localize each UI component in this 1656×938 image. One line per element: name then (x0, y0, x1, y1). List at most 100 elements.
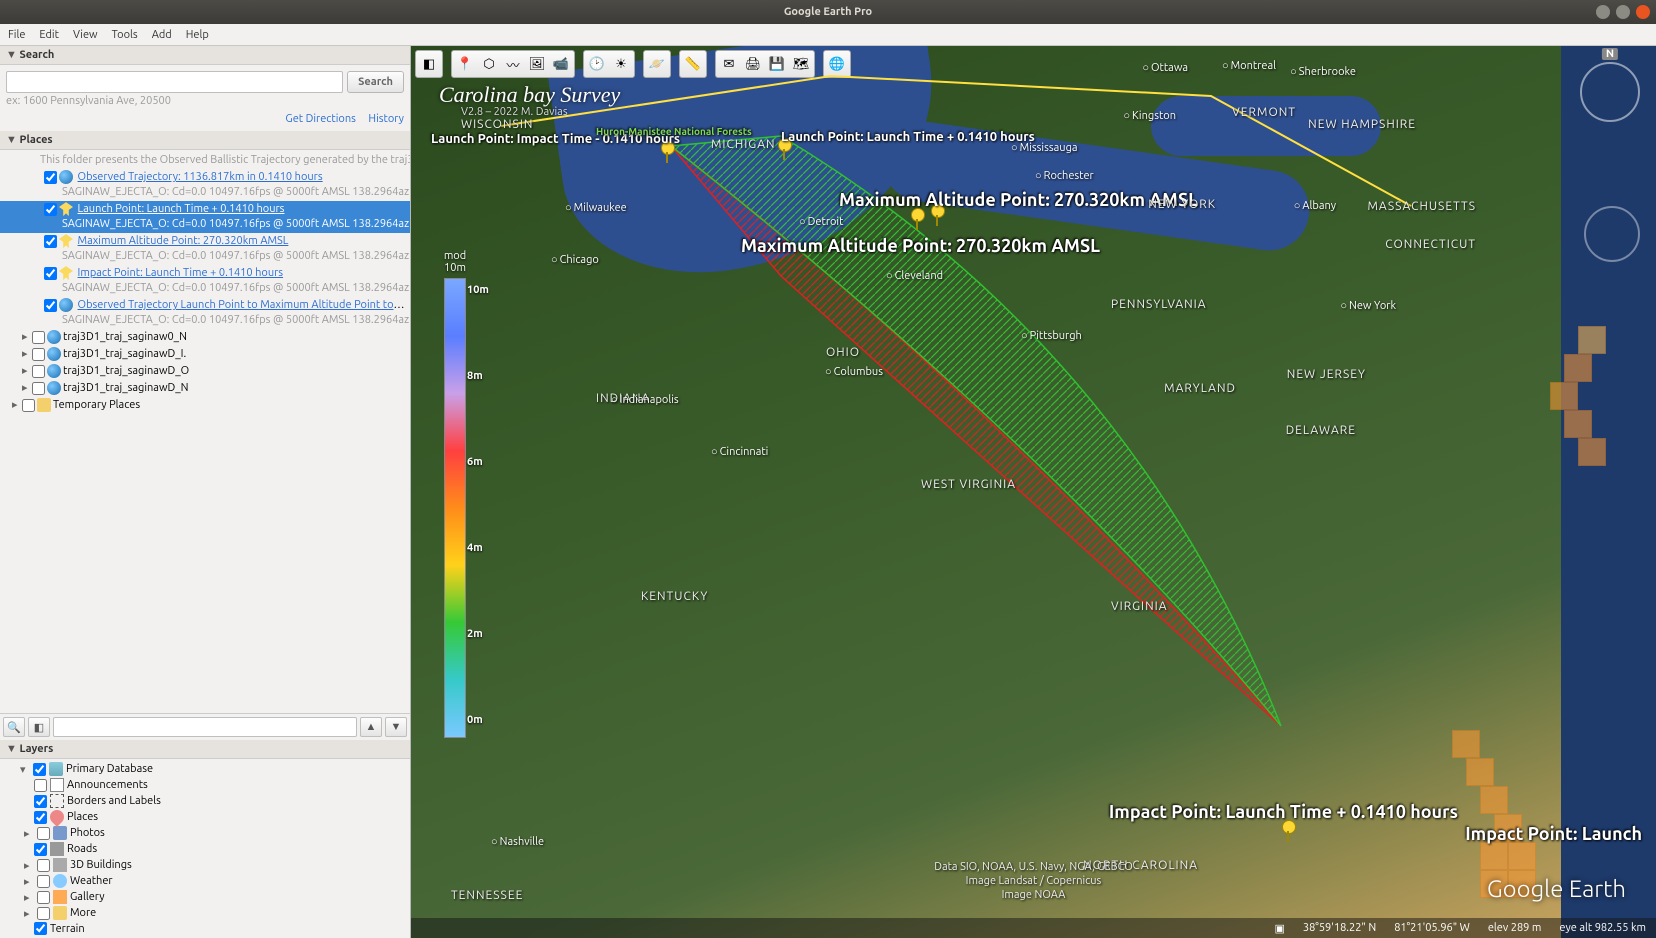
layer-places[interactable]: Places (0, 809, 410, 825)
view-maps-button[interactable]: 🗺 (790, 53, 812, 75)
pushpin-icon[interactable] (659, 141, 675, 163)
city-label: Mississauga (1011, 142, 1078, 154)
state-label: NEW JERSEY (1287, 368, 1366, 381)
city-label: Rochester (1035, 170, 1094, 182)
city-label: Nashville (491, 836, 544, 848)
history-button[interactable]: 🕑 (586, 53, 608, 75)
kml-icon (47, 347, 61, 361)
get-directions-link[interactable]: Get Directions (285, 113, 355, 125)
places-tree[interactable]: This folder presents the Observed Ballis… (0, 150, 410, 713)
sidebar-toggle-button[interactable]: ◧ (418, 53, 440, 75)
path-button[interactable]: 〰 (502, 53, 524, 75)
nav-control[interactable] (1584, 206, 1640, 262)
toggle-panel-button[interactable]: ◧ (28, 717, 50, 737)
place-folder[interactable]: ▸traj3D1_traj_saginawD_I. (0, 346, 410, 363)
layer-photos[interactable]: ▸Photos (0, 825, 410, 841)
temporary-places[interactable]: ▸Temporary Places (0, 397, 410, 414)
place-item-observed-trajectory[interactable]: Observed Trajectory: 1136.817km in 0.141… (0, 169, 410, 201)
attribution: Data SIO, NOAA, U.S. Navy, NGA, GEBCO Im… (934, 860, 1133, 902)
menu-view[interactable]: View (73, 29, 98, 41)
place-folder[interactable]: ▸traj3D1_traj_saginawD_N (0, 380, 410, 397)
city-label: Kingston (1123, 110, 1176, 122)
pushpin-icon[interactable] (776, 138, 792, 160)
search-header[interactable]: Search (0, 46, 410, 65)
layer-gallery[interactable]: ▸Gallery (0, 889, 410, 905)
image-overlay-button[interactable]: 🖼 (526, 53, 548, 75)
globe-icon (59, 170, 73, 184)
places-footer: 🔍 ◧ ▲ ▼ (0, 713, 410, 740)
print-button[interactable]: 🖨 (742, 53, 764, 75)
status-lat: 38°59'18.22" N (1303, 922, 1376, 934)
menu-file[interactable]: File (8, 29, 25, 41)
save-image-button[interactable]: 💾 (766, 53, 788, 75)
city-label: Montreal (1222, 60, 1276, 72)
layer-terrain[interactable]: Terrain (0, 921, 410, 936)
layer-borders[interactable]: Borders and Labels (0, 793, 410, 809)
maximize-icon[interactable] (1616, 5, 1630, 19)
layers-header[interactable]: Layers (0, 740, 410, 759)
history-link[interactable]: History (368, 113, 404, 125)
state-label: TENNESSEE (451, 889, 523, 902)
search-input[interactable] (6, 71, 343, 93)
status-elev: elev 289 m (1488, 922, 1542, 934)
layer-3d-buildings[interactable]: ▸3D Buildings (0, 857, 410, 873)
map-viewport[interactable]: ◧ 📍 ⬡ 〰 🖼 📹 🕑 ☀ 🪐 📏 ✉ 🖨 💾 🗺 🌐 Ca (411, 46, 1656, 938)
google-earth-logo: Google Earth (1487, 875, 1626, 902)
sunlight-button[interactable]: ☀ (610, 53, 632, 75)
menu-help[interactable]: Help (186, 29, 209, 41)
place-checkbox[interactable] (44, 235, 57, 248)
layer-roads[interactable]: Roads (0, 841, 410, 857)
layer-more[interactable]: ▸More (0, 905, 410, 921)
state-label: OHIO (826, 346, 860, 359)
layers-tree[interactable]: ▾Primary Database Announcements Borders … (0, 759, 410, 938)
place-item-trajectory-path[interactable]: Observed Trajectory Launch Point to Maxi… (0, 297, 410, 329)
earth-button[interactable]: 🌐 (826, 53, 848, 75)
place-checkbox[interactable] (44, 203, 57, 216)
pushpin-icon[interactable] (1280, 820, 1296, 842)
legend-bar (444, 278, 466, 738)
layer-announcements[interactable]: Announcements (0, 777, 410, 793)
places-header[interactable]: Places (0, 131, 410, 150)
pushpin-icon[interactable] (909, 208, 925, 230)
place-item-max-altitude[interactable]: Maximum Altitude Point: 270.320km AMSL S… (0, 233, 410, 265)
search-places-button[interactable]: 🔍 (3, 717, 25, 737)
map-toolbar: ◧ 📍 ⬡ 〰 🖼 📹 🕑 ☀ 🪐 📏 ✉ 🖨 💾 🗺 🌐 (415, 50, 851, 78)
status-info-icon[interactable]: ▣ (1274, 922, 1284, 935)
menu-edit[interactable]: Edit (39, 29, 59, 41)
planet-button[interactable]: 🪐 (646, 53, 668, 75)
ruler-button[interactable]: 📏 (682, 53, 704, 75)
record-tour-button[interactable]: 📹 (550, 53, 572, 75)
place-folder[interactable]: ▸traj3D1_traj_saginaw0_N (0, 329, 410, 346)
city-label: Pittsburgh (1021, 330, 1082, 342)
search-button[interactable]: Search (347, 71, 404, 93)
place-item-launch-point[interactable]: Launch Point: Launch Time + 0.1410 hours… (0, 201, 410, 233)
place-checkbox[interactable] (44, 267, 57, 280)
filter-input[interactable] (53, 717, 357, 737)
search-hint: ex: 1600 Pennsylvania Ave, 20500 (6, 95, 404, 107)
layer-weather[interactable]: ▸Weather (0, 873, 410, 889)
status-eye: eye alt 982.55 km (1559, 922, 1646, 934)
place-checkbox[interactable] (44, 299, 57, 312)
pushpin-icon[interactable] (929, 204, 945, 226)
compass-control[interactable]: N (1580, 62, 1640, 122)
globe-icon (59, 298, 73, 312)
polygon-button[interactable]: ⬡ (478, 53, 500, 75)
kml-icon (47, 364, 61, 378)
close-icon[interactable] (1636, 5, 1650, 19)
place-item-impact-point[interactable]: Impact Point: Launch Time + 0.1410 hours… (0, 265, 410, 297)
menu-tools[interactable]: Tools (112, 29, 138, 41)
pushpin-icon (59, 234, 73, 248)
minimize-icon[interactable] (1596, 5, 1610, 19)
menu-add[interactable]: Add (152, 29, 172, 41)
move-up-button[interactable]: ▲ (360, 717, 382, 737)
city-label: Cincinnati (711, 446, 768, 458)
placemark-button[interactable]: 📍 (454, 53, 476, 75)
move-down-button[interactable]: ▼ (385, 717, 407, 737)
places-icon (47, 807, 67, 827)
place-checkbox[interactable] (44, 171, 57, 184)
place-folder[interactable]: ▸traj3D1_traj_saginawD_O (0, 363, 410, 380)
city-label: New York (1340, 300, 1396, 312)
folder-icon (37, 398, 51, 412)
layer-primary-database[interactable]: ▾Primary Database (0, 761, 410, 777)
email-button[interactable]: ✉ (718, 53, 740, 75)
